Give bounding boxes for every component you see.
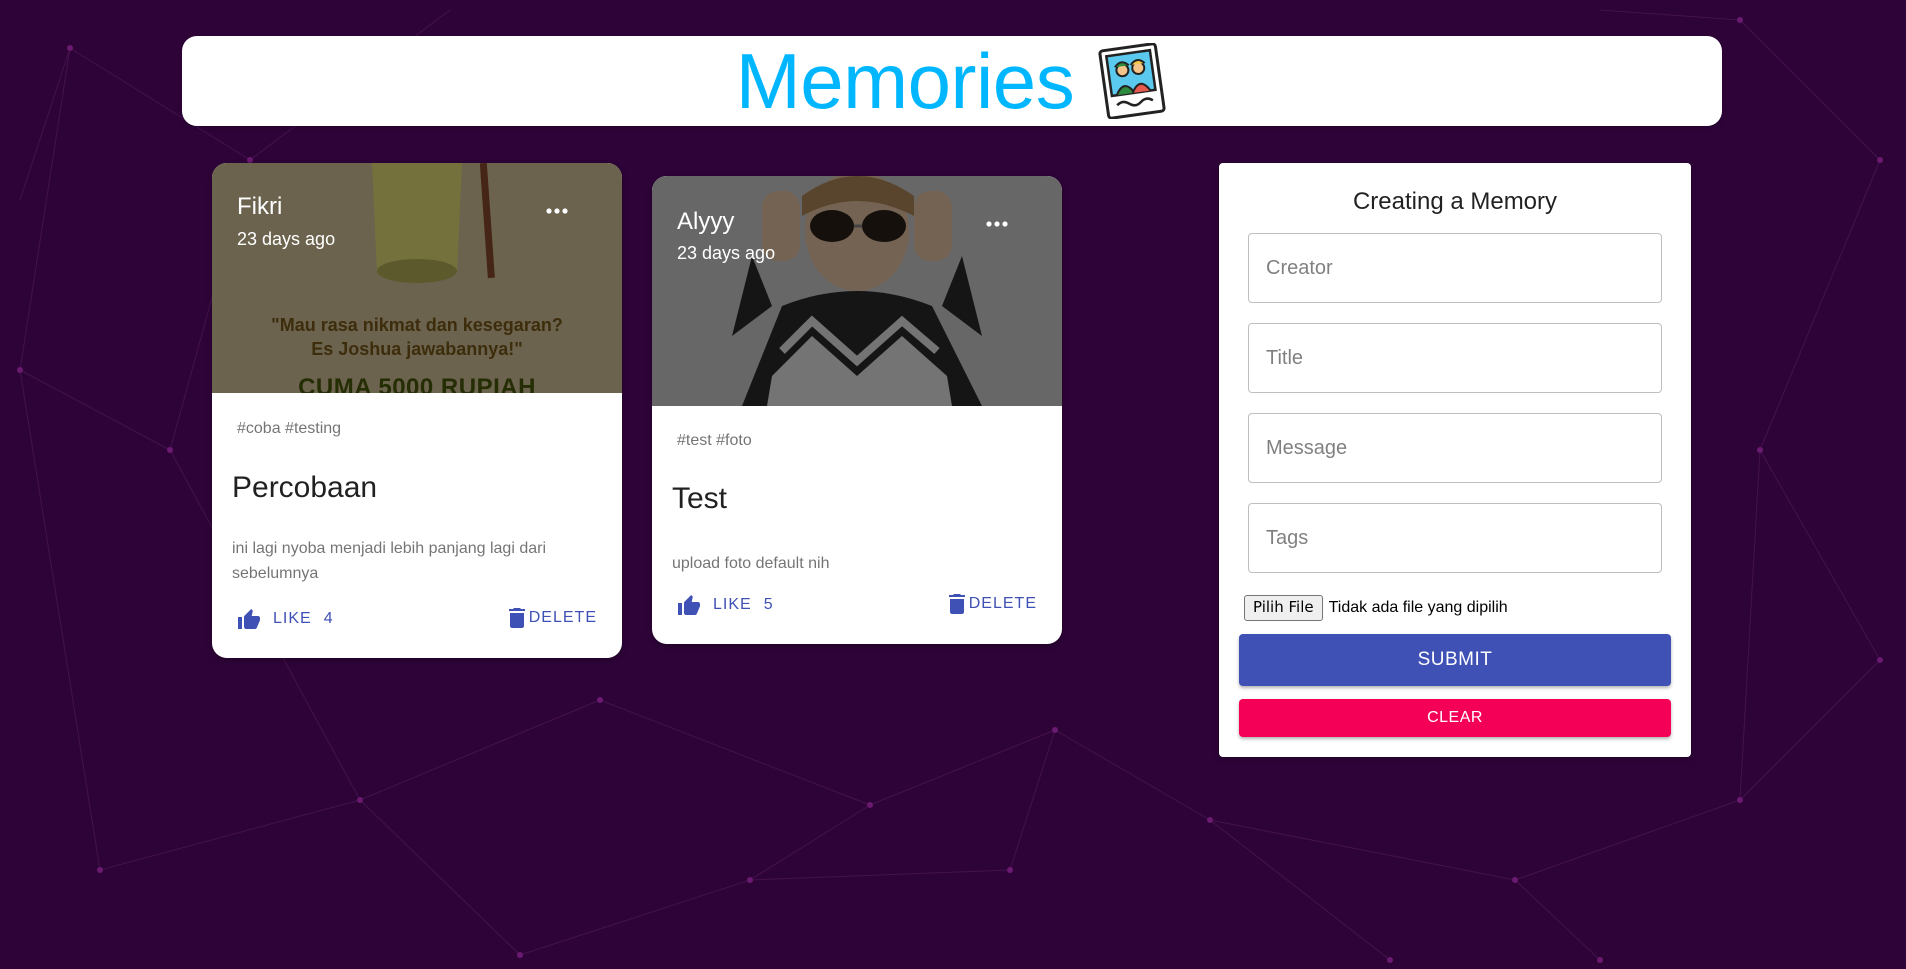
post-creator: Fikri (237, 193, 283, 220)
post-time: 23 days ago (237, 229, 336, 249)
delete-label: DELETE (528, 609, 597, 626)
thumb-up-icon (678, 595, 700, 615)
card-media[interactable]: "Mau rasa nikmat dan kesegaran? Es Joshu… (212, 163, 622, 393)
more-horiz-icon (986, 221, 1008, 227)
post-tags: #coba #testing (237, 420, 342, 437)
more-horiz-icon (546, 208, 568, 214)
delete-button[interactable]: DELETE (508, 608, 597, 628)
like-label: LIKE (273, 610, 312, 627)
card-media[interactable]: Alyyy 23 days ago (652, 176, 1062, 406)
post-message: ini lagi nyoba menjadi lebih panjang lag… (232, 540, 546, 582)
card-actions: LIKE 4 DELETE (212, 600, 622, 640)
memory-card: Alyyy 23 days ago #test #foto Test uploa… (652, 176, 1062, 644)
post-tags: #test #foto (677, 432, 752, 449)
creator-field[interactable] (1248, 233, 1662, 303)
like-button[interactable]: LIKE 4 (237, 608, 334, 630)
more-options-button[interactable] (982, 214, 1012, 234)
message-field[interactable] (1248, 413, 1662, 483)
file-status: Tidak ada file yang dipilih (1328, 599, 1508, 616)
thumb-up-icon (238, 609, 260, 629)
trash-icon (948, 594, 965, 614)
tags-field[interactable] (1248, 503, 1662, 573)
delete-button[interactable]: DELETE (948, 594, 1037, 614)
post-title: Percobaan (232, 471, 378, 504)
form-heading: Creating a Memory (1352, 188, 1558, 215)
page: Memories "Mau r (0, 0, 1906, 969)
tags-input[interactable] (1249, 504, 1661, 572)
post-title: Test (672, 482, 728, 515)
message-input[interactable] (1249, 414, 1661, 482)
creator-input[interactable] (1249, 234, 1661, 302)
submit-button[interactable]: SUBMIT (1239, 634, 1671, 686)
delete-label: DELETE (968, 595, 1037, 612)
trash-icon (508, 608, 525, 628)
like-count: 4 (323, 610, 334, 627)
file-input-row: Pilih File Tidak ada file yang dipilih (1244, 595, 1508, 621)
create-memory-form: Creating a Memory Pilih File Tidak ada f… (1219, 163, 1691, 757)
like-count: 5 (763, 596, 774, 613)
card-actions: LIKE 5 DELETE (652, 586, 1062, 626)
post-time: 23 days ago (677, 243, 776, 263)
like-button[interactable]: LIKE 5 (677, 594, 774, 616)
title-input[interactable] (1249, 324, 1661, 392)
more-options-button[interactable] (542, 201, 572, 221)
app-title[interactable]: Memories (736, 42, 1075, 120)
memory-card: "Mau rasa nikmat dan kesegaran? Es Joshu… (212, 163, 622, 658)
clear-button[interactable]: CLEAR (1239, 699, 1671, 737)
app-bar: Memories (182, 36, 1722, 126)
polaroid-memories-icon (1098, 43, 1166, 119)
post-message: upload foto default nih (672, 555, 830, 572)
title-field[interactable] (1248, 323, 1662, 393)
like-label: LIKE (713, 596, 752, 613)
choose-file-button[interactable]: Pilih File (1244, 595, 1323, 621)
post-creator: Alyyy (677, 208, 735, 235)
